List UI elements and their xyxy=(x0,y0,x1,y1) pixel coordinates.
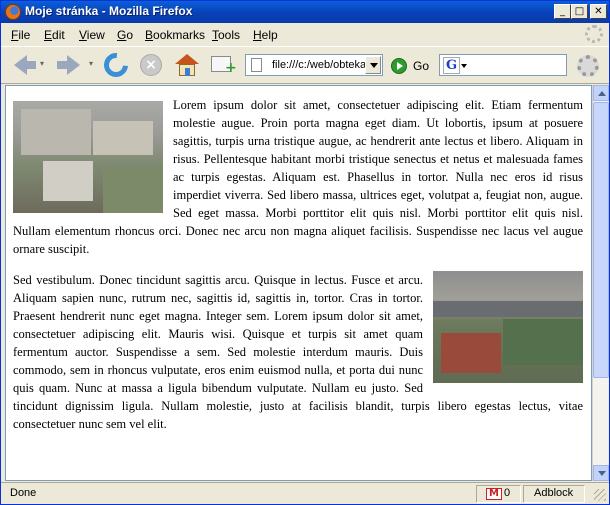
menu-view-label: iew xyxy=(86,28,105,42)
add-bookmark-icon: + xyxy=(211,54,237,76)
minimize-button[interactable]: _ xyxy=(554,4,571,19)
home-button[interactable] xyxy=(172,51,202,79)
menu-go-label: o xyxy=(126,28,134,42)
forward-arrow-icon xyxy=(56,55,80,75)
scroll-up-button[interactable] xyxy=(593,85,609,101)
menu-go[interactable]: Go xyxy=(117,28,133,42)
search-bar[interactable]: G xyxy=(439,54,567,76)
paragraph-1: Lorem ipsum dolor sit amet, consectetuer… xyxy=(13,96,583,258)
firefox-logo-icon xyxy=(5,4,21,20)
title-bar[interactable]: Moje stránka - Mozilla Firefox _ □ ✕ xyxy=(1,1,609,23)
menu-view-accelerator: V xyxy=(79,28,87,42)
menu-file-label: ile xyxy=(18,28,31,42)
menu-bookmarks[interactable]: Bookmarks xyxy=(145,28,205,42)
mail-count: 0 xyxy=(504,487,511,499)
add-bookmark-plus: + xyxy=(225,60,237,76)
home-icon xyxy=(175,54,199,76)
menu-edit-accelerator: E xyxy=(44,28,53,42)
search-engine-icon[interactable]: G xyxy=(443,57,460,74)
navigation-toolbar: ▾ ▾ × + file:///c:/web/obtekani.html xyxy=(1,46,609,84)
scroll-down-button[interactable] xyxy=(593,465,609,481)
menu-bookmarks-accelerator: B xyxy=(145,28,154,42)
window-title: Moje stránka - Mozilla Firefox xyxy=(25,4,193,18)
reload-button[interactable] xyxy=(99,48,133,82)
menu-edit[interactable]: Edit xyxy=(44,28,65,42)
mail-icon[interactable]: M xyxy=(486,488,502,500)
stop-icon: × xyxy=(140,54,162,76)
forward-button[interactable] xyxy=(53,51,83,79)
back-history-dropdown[interactable]: ▾ xyxy=(38,59,46,69)
paragraph-2: Sed vestibulum. Donec tincidunt sagittis… xyxy=(13,271,583,433)
page-icon xyxy=(251,58,262,72)
reload-icon xyxy=(99,48,133,82)
scroll-thumb[interactable] xyxy=(593,102,609,378)
menu-view[interactable]: View xyxy=(79,28,105,42)
menu-help-accelerator: H xyxy=(253,28,262,42)
search-engine-dropdown-icon[interactable] xyxy=(461,64,467,68)
go-button[interactable]: Go xyxy=(391,57,429,75)
menu-edit-label: dit xyxy=(52,28,65,42)
close-button[interactable]: ✕ xyxy=(590,4,607,19)
sports-field-photo xyxy=(433,271,583,383)
menu-bookmarks-label: ookmarks xyxy=(153,28,206,42)
go-arrow-icon xyxy=(391,58,407,74)
back-arrow-icon xyxy=(13,55,36,75)
menu-tools[interactable]: Tools xyxy=(212,28,240,42)
menu-file[interactable]: File xyxy=(11,28,30,42)
menu-help-label: elp xyxy=(261,28,278,42)
new-bookmark-button[interactable]: + xyxy=(209,51,239,79)
go-label: Go xyxy=(413,59,430,73)
gear-icon[interactable] xyxy=(577,55,599,77)
menu-help[interactable]: Help xyxy=(253,28,278,42)
forward-history-dropdown[interactable]: ▾ xyxy=(87,59,95,69)
menu-tools-label: ools xyxy=(218,28,241,42)
address-history-dropdown[interactable] xyxy=(365,56,381,74)
page-viewport[interactable]: Lorem ipsum dolor sit amet, consectetuer… xyxy=(5,85,592,481)
campus-buildings-photo xyxy=(13,101,163,213)
browser-window: Moje stránka - Mozilla Firefox _ □ ✕ Fil… xyxy=(0,0,610,505)
resize-grip-icon[interactable] xyxy=(594,489,606,501)
back-button[interactable] xyxy=(7,51,37,79)
status-bar: Done M 0 Adblock xyxy=(1,482,609,504)
maximize-button[interactable]: □ xyxy=(571,4,588,19)
address-input[interactable]: file:///c:/web/obtekani.html xyxy=(272,59,366,71)
stop-button[interactable]: × xyxy=(136,51,166,79)
page-document: Lorem ipsum dolor sit amet, consectetuer… xyxy=(13,96,583,446)
menu-go-accelerator: G xyxy=(117,28,127,42)
address-bar[interactable]: file:///c:/web/obtekani.html xyxy=(245,54,383,76)
vertical-scrollbar[interactable] xyxy=(592,85,609,481)
adblock-label[interactable]: Adblock xyxy=(534,487,573,499)
status-text: Done xyxy=(10,487,37,499)
menu-bar: File Edit View Go Bookmarks Tools Help xyxy=(1,23,609,46)
activity-throbber-icon xyxy=(585,25,603,43)
